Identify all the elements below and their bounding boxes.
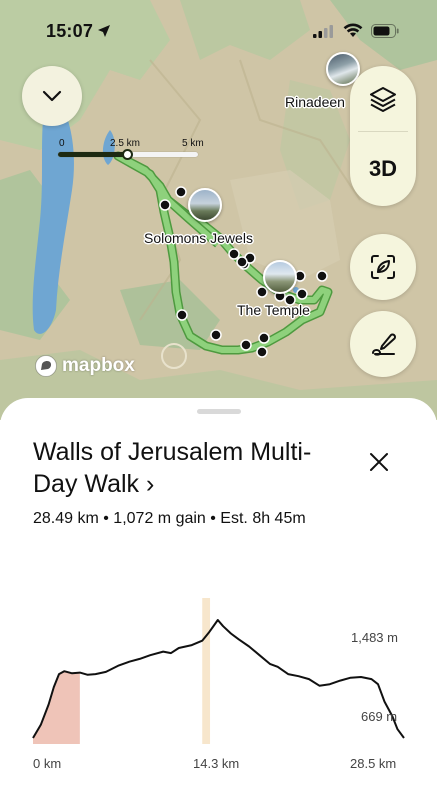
route-title[interactable]: Walls of Jerusalem Multi-Day Walk › bbox=[33, 436, 353, 500]
3d-toggle-button[interactable]: 3D bbox=[350, 136, 416, 202]
distance-mid-label: 14.3 km bbox=[193, 756, 240, 771]
elevation-line bbox=[32, 619, 405, 739]
distance-end-label: 28.5 km bbox=[350, 756, 397, 771]
place-label-the-temple[interactable]: The Temple bbox=[237, 302, 310, 318]
status-time: 15:07 bbox=[46, 21, 94, 41]
the-temple-photo-pin[interactable] bbox=[263, 260, 297, 294]
draw-route-button[interactable] bbox=[350, 311, 416, 377]
identify-plant-button[interactable] bbox=[350, 234, 416, 300]
scale-label-max: 5 km bbox=[182, 138, 204, 149]
battery-icon bbox=[371, 24, 399, 38]
chevron-down-icon bbox=[42, 90, 62, 102]
mapbox-attribution[interactable]: mapbox bbox=[34, 353, 135, 379]
scale-label-mid: 2.5 km bbox=[110, 138, 141, 149]
map-view[interactable]: 15:07 0 2.5 km 5 km Rinadeen Solomons Je… bbox=[0, 0, 437, 420]
collapse-map-button[interactable] bbox=[22, 66, 82, 126]
location-arrow-icon bbox=[98, 25, 110, 37]
cellular-signal-icon bbox=[313, 25, 333, 38]
mapbox-wordmark: mapbox bbox=[62, 355, 135, 376]
pen-draw-icon bbox=[372, 333, 396, 356]
route-stats: 28.49 km • 1,072 m gain • Est. 8h 45m bbox=[33, 510, 306, 527]
map-controls-panel: 3D bbox=[350, 66, 416, 206]
close-button[interactable] bbox=[364, 447, 394, 477]
status-bar: 15:07 bbox=[0, 0, 437, 54]
route-bottom-sheet: Walls of Jerusalem Multi-Day Walk › 28.4… bbox=[0, 398, 437, 800]
scale-label-0: 0 bbox=[59, 138, 65, 149]
wifi-icon bbox=[343, 23, 363, 37]
mapbox-logo-icon bbox=[35, 355, 57, 377]
place-label-solomons-jewels[interactable]: Solomons Jewels bbox=[144, 230, 253, 246]
panel-divider bbox=[358, 131, 408, 132]
sheet-drag-handle[interactable] bbox=[197, 409, 241, 414]
elevation-min-label: 669 m bbox=[361, 709, 398, 724]
profile-highlight-0 bbox=[33, 620, 80, 744]
solomons-jewels-photo-pin[interactable] bbox=[188, 188, 222, 222]
map-layers-button[interactable] bbox=[350, 66, 416, 132]
place-label-rinadeena[interactable]: Rinadeen bbox=[285, 94, 345, 110]
map-scale-bar: 0 2.5 km 5 km bbox=[58, 138, 218, 162]
profile-highlight-1 bbox=[202, 598, 211, 744]
distance-start-label: 0 km bbox=[33, 756, 62, 771]
layers-icon bbox=[370, 87, 396, 112]
elevation-profile[interactable]: 1,483 m 669 m 0 km 14.3 km 28.5 km bbox=[0, 598, 437, 800]
elevation-max-label: 1,483 m bbox=[351, 630, 398, 645]
close-icon bbox=[370, 453, 388, 471]
leaf-scan-icon bbox=[371, 255, 395, 279]
